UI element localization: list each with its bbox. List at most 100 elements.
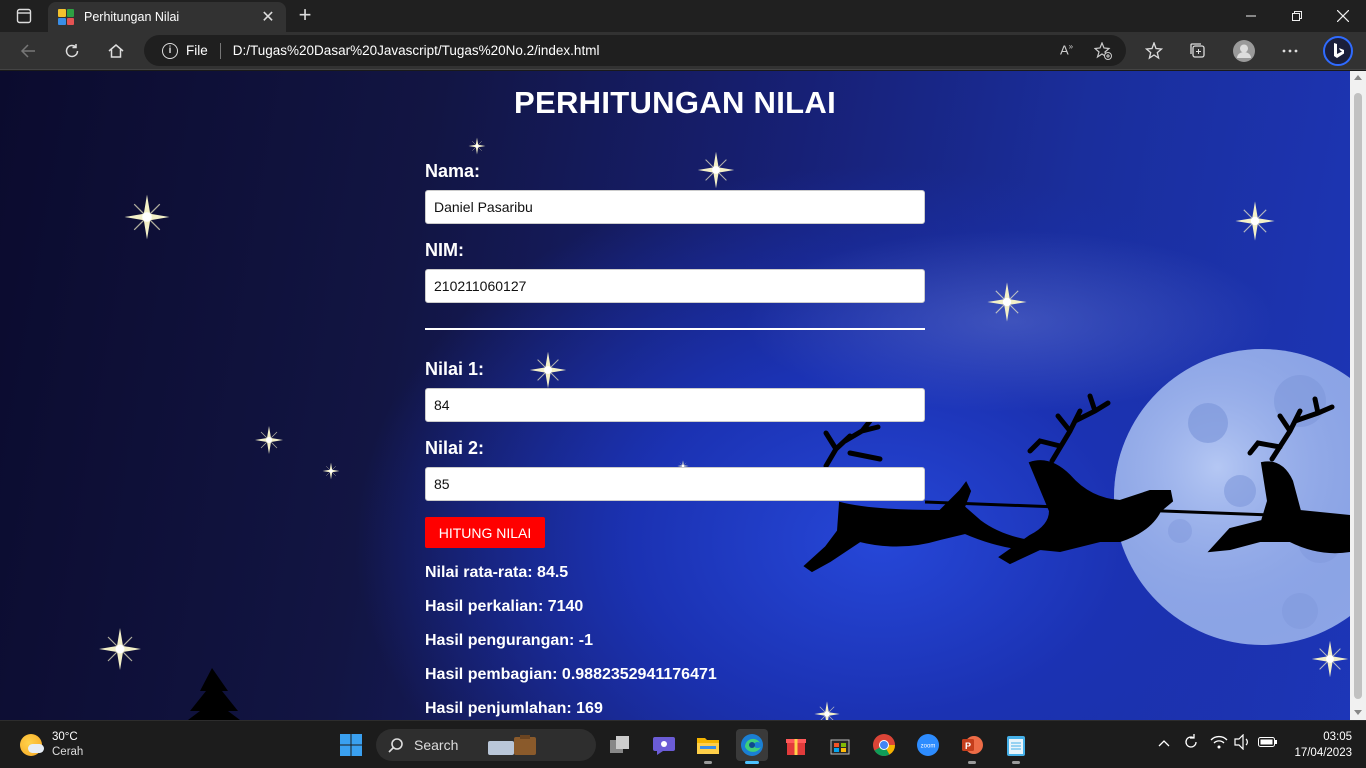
favorites-star-icon: [1145, 42, 1163, 60]
section-divider: [425, 328, 925, 330]
start-button[interactable]: [335, 729, 367, 761]
clock-time: 03:05: [1323, 731, 1352, 743]
search-icon: [388, 738, 403, 753]
browser-toolbar: i File D:/Tugas%20Dasar%20Javascript/Tug…: [0, 32, 1366, 70]
home-icon: [108, 44, 124, 58]
result-rata-rata: Nilai rata-rata: 84.5: [425, 564, 569, 581]
nim-label: NIM:: [425, 240, 464, 260]
active-indicator: [745, 761, 759, 764]
chrome-icon: [873, 734, 895, 756]
sync-icon[interactable]: [1182, 733, 1200, 754]
chrome-button[interactable]: [868, 729, 900, 761]
weather-temperature: 30°C: [52, 731, 78, 743]
result-pembagian: Hasil pembagian: 0.9882352941176471: [425, 666, 717, 683]
nilai1-label: Nilai 1:: [425, 359, 485, 379]
nama-label: Nama:: [425, 161, 481, 181]
windows-logo-icon: [340, 734, 362, 756]
page-title: PERHITUNGAN NILAI: [514, 85, 836, 120]
windows-taskbar: 30°C Cerah Search zoom P 03:05 17/04/202…: [0, 720, 1366, 768]
settings-more-button[interactable]: [1274, 35, 1306, 67]
refresh-icon: [65, 44, 79, 58]
favorites-button[interactable]: [1138, 35, 1170, 67]
calculator-favicon-icon: [58, 9, 74, 25]
edge-browser-button[interactable]: [736, 729, 768, 764]
result-perkalian: Hasil perkalian: 7140: [425, 598, 584, 615]
svg-text:zoom: zoom: [921, 744, 936, 750]
bing-chat-button[interactable]: [1320, 35, 1356, 67]
collections-button[interactable]: [1182, 35, 1214, 67]
battery-icon[interactable]: [1258, 736, 1278, 751]
browser-title-bar: Perhitungan Nilai ✕ +: [0, 0, 1366, 32]
gift-app-button[interactable]: [780, 729, 812, 761]
show-hidden-icons-chevron-icon[interactable]: [1158, 735, 1170, 750]
home-button[interactable]: [100, 35, 132, 67]
close-tab-icon[interactable]: ✕: [260, 7, 276, 27]
partly-sunny-icon: [20, 734, 44, 756]
nilai2-input[interactable]: [425, 467, 925, 501]
close-window-button[interactable]: [1320, 0, 1366, 32]
notepad-icon: [1007, 736, 1025, 756]
svg-text:P: P: [965, 741, 971, 751]
collections-icon: [1190, 43, 1205, 58]
address-separator: [219, 42, 221, 59]
new-tab-button[interactable]: +: [292, 4, 318, 28]
notepad-button[interactable]: [1000, 729, 1032, 764]
folder-icon: [697, 738, 719, 754]
address-url[interactable]: D:/Tugas%20Dasar%20Javascript/Tugas%20No…: [233, 43, 600, 58]
task-view-button[interactable]: [604, 729, 636, 761]
clock-date: 17/04/2023: [1294, 747, 1352, 759]
weather-condition: Cerah: [52, 746, 84, 758]
back-arrow-icon: [20, 44, 35, 58]
info-icon[interactable]: i: [162, 42, 178, 59]
profile-avatar-icon: [1233, 40, 1255, 62]
bing-icon: [1323, 36, 1353, 66]
edge-icon: [741, 734, 763, 756]
running-indicator: [968, 761, 976, 764]
store-icon: [830, 739, 850, 755]
scroll-down-arrow-icon[interactable]: [1354, 710, 1362, 715]
refresh-button[interactable]: [56, 35, 88, 67]
nilai2-label: Nilai 2:: [425, 438, 485, 458]
close-icon: [1337, 10, 1349, 22]
weather-widget[interactable]: 30°C Cerah: [20, 730, 83, 760]
search-label: Search: [414, 737, 459, 753]
running-indicator: [704, 761, 712, 764]
scrollbar-thumb[interactable]: [1354, 93, 1362, 699]
read-aloud-icon[interactable]: A»: [1060, 42, 1073, 57]
browser-tab[interactable]: Perhitungan Nilai ✕: [48, 2, 286, 32]
nilai1-input[interactable]: [425, 388, 925, 422]
back-button[interactable]: [12, 35, 44, 67]
zoom-icon: zoom: [917, 734, 939, 756]
scroll-up-arrow-icon[interactable]: [1354, 75, 1362, 80]
hitung-nilai-button[interactable]: HITUNG NILAI: [425, 517, 545, 548]
wifi-icon[interactable]: [1210, 734, 1228, 753]
result-pengurangan: Hasil pengurangan: -1: [425, 632, 594, 649]
minimize-icon: [1246, 15, 1256, 17]
task-view-icon: [610, 736, 629, 753]
restore-button[interactable]: [1274, 0, 1320, 32]
zoom-button[interactable]: zoom: [912, 729, 944, 761]
tab-title: Perhitungan Nilai: [84, 10, 180, 24]
add-favorite-icon[interactable]: [1094, 42, 1112, 60]
minimize-button[interactable]: [1228, 0, 1274, 32]
microsoft-store-button[interactable]: [824, 729, 856, 761]
gift-icon: [786, 739, 806, 755]
volume-icon[interactable]: [1234, 733, 1252, 753]
page-viewport: PERHITUNGAN NILAI Nama: NIM: Nilai 1: Ni…: [0, 71, 1350, 720]
nama-input[interactable]: [425, 190, 925, 224]
address-bar[interactable]: i File D:/Tugas%20Dasar%20Javascript/Tug…: [144, 35, 1126, 66]
profile-button[interactable]: [1228, 35, 1260, 67]
file-explorer-button[interactable]: [692, 729, 724, 764]
powerpoint-button[interactable]: P: [956, 729, 988, 764]
search-highlight-icon: [488, 735, 537, 755]
powerpoint-icon: P: [962, 736, 983, 754]
system-clock[interactable]: 03:05 17/04/2023: [1282, 729, 1352, 761]
chat-icon: [653, 737, 675, 755]
nim-input[interactable]: [425, 269, 925, 303]
pine-tree-silhouette: [188, 668, 240, 720]
taskbar-search[interactable]: Search: [376, 729, 596, 761]
chat-app-button[interactable]: [648, 729, 680, 761]
running-indicator: [1012, 761, 1020, 764]
page-scrollbar[interactable]: [1350, 71, 1366, 720]
tab-actions-button[interactable]: [0, 0, 48, 32]
